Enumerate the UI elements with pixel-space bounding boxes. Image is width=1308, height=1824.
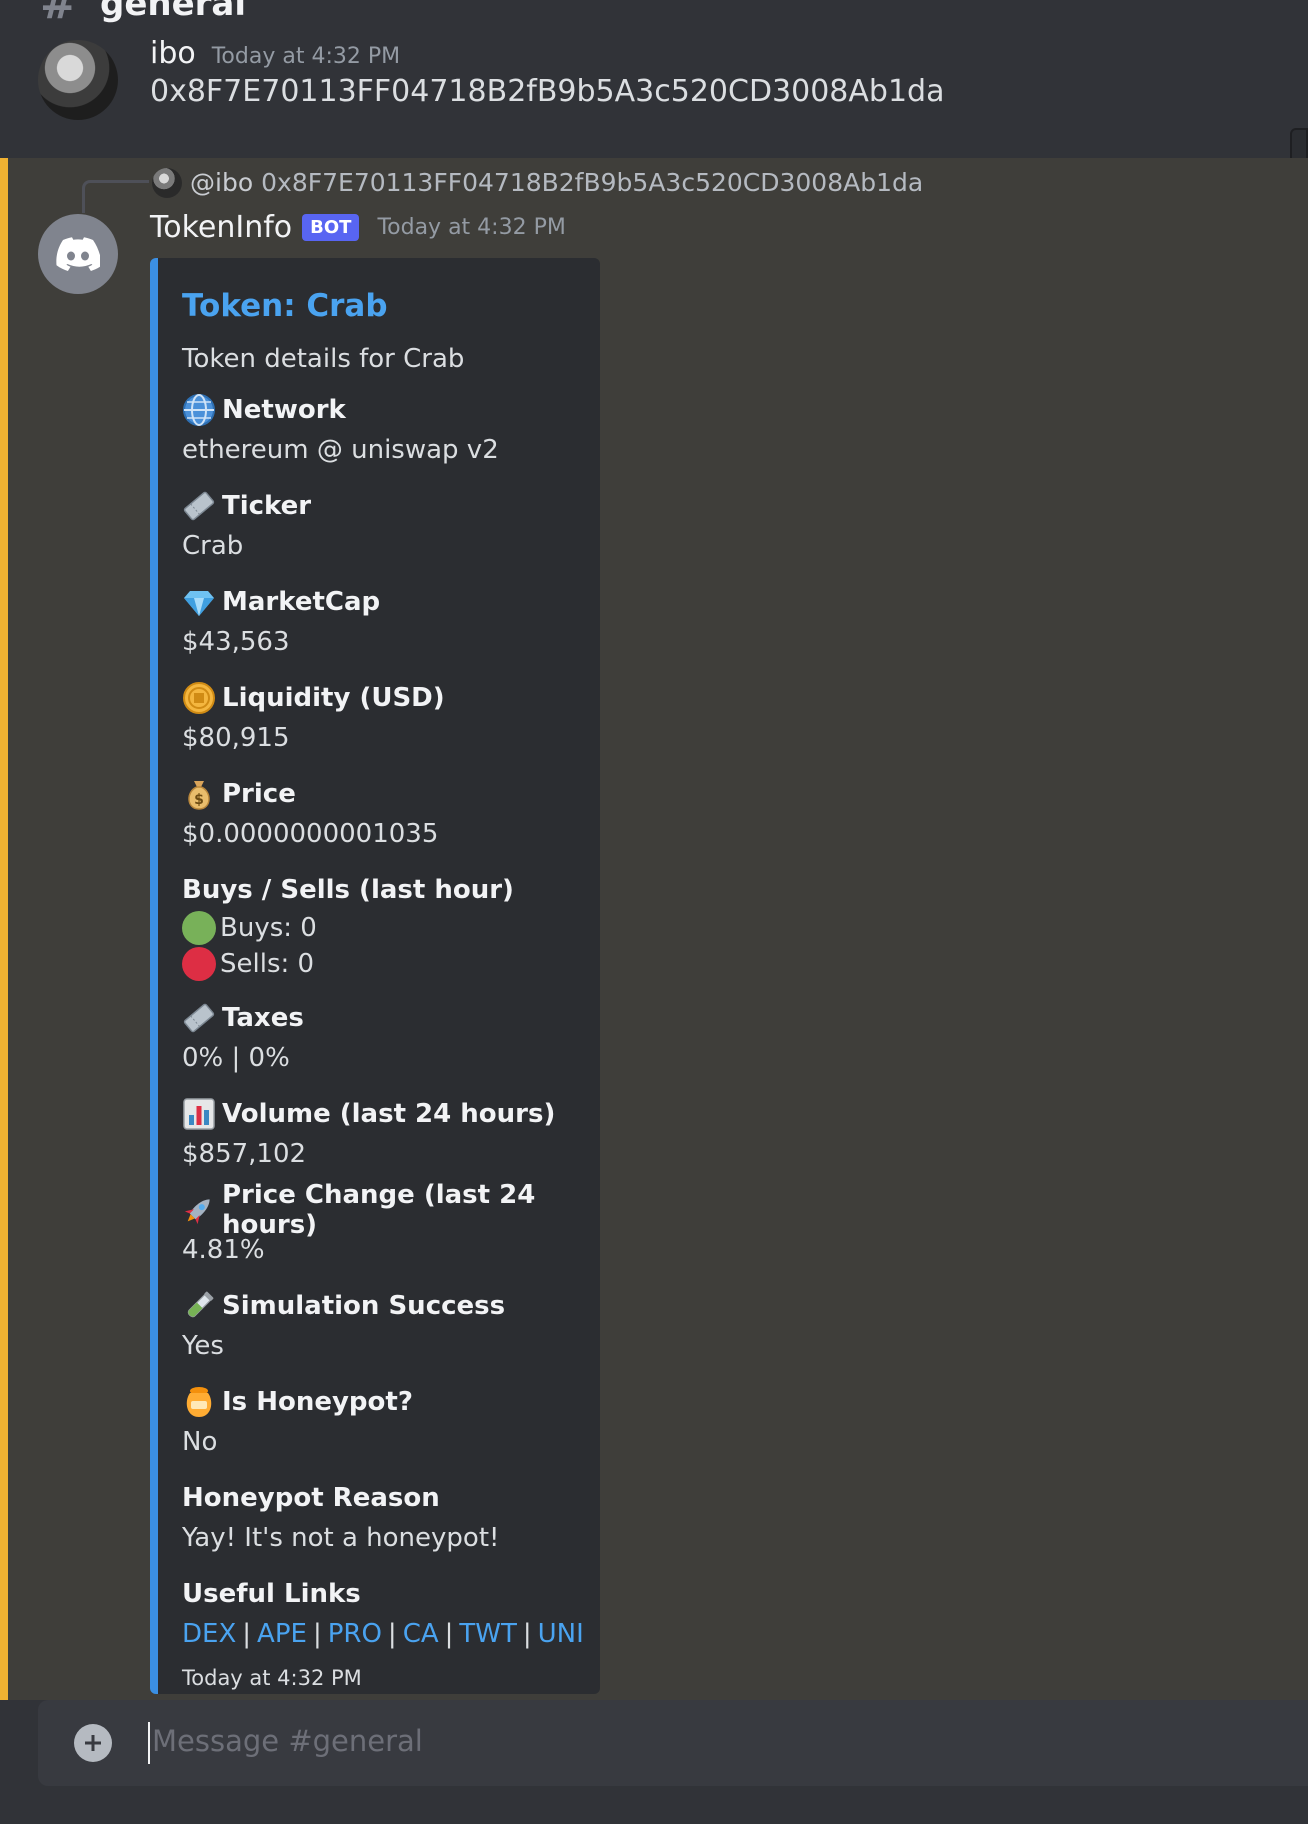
channel-name: general: [100, 0, 247, 24]
message-bot: @ibo 0x8F7E70113FF04718B2fB9b5A3c520CD30…: [0, 158, 1308, 1700]
channel-hash-icon: #: [40, 0, 77, 29]
field-value: Yay! It's not a honeypot!: [182, 1523, 500, 1553]
field-value: $43,563: [182, 627, 290, 657]
bot-badge: BOT: [302, 214, 360, 241]
link-separator: |: [242, 1619, 252, 1649]
link-pro[interactable]: PRO: [328, 1619, 382, 1649]
ticket-icon: [182, 489, 216, 523]
green-circle-icon: [182, 911, 216, 945]
field-name: Price Change (last 24 hours): [222, 1180, 536, 1240]
link-ca[interactable]: CA: [403, 1619, 439, 1649]
field-volume: Volume (last 24 hours) $857,102: [182, 1094, 580, 1174]
field-name: Taxes: [222, 1003, 304, 1033]
field-useful-links: Useful Links DEX | APE | PRO | CA | TWT …: [182, 1574, 584, 1654]
field-value: Yes: [182, 1331, 224, 1361]
field-value: 0% | 0%: [182, 1043, 290, 1073]
bot-username[interactable]: TokenInfo: [150, 210, 292, 245]
field-name: Useful Links: [182, 1579, 361, 1609]
avatar[interactable]: [38, 40, 118, 120]
field-name: Price: [222, 779, 296, 809]
reply-avatar: [152, 168, 182, 198]
bottom-strip: [0, 1786, 1308, 1824]
embed-footer-timestamp: Today at 4:32 PM: [182, 1666, 362, 1690]
message-user: ibo Today at 4:32 PM 0x8F7E70113FF04718B…: [0, 36, 1308, 158]
coin-icon: [182, 681, 216, 715]
globe-icon: [182, 393, 216, 427]
plus-icon: [85, 1735, 101, 1751]
field-name: Honeypot Reason: [182, 1483, 440, 1513]
message-content: 0x8F7E70113FF04718B2fB9b5A3c520CD3008Ab1…: [150, 74, 945, 109]
link-separator: |: [312, 1619, 322, 1649]
reply-preview[interactable]: @ibo 0x8F7E70113FF04718B2fB9b5A3c520CD30…: [190, 168, 923, 197]
discord-logo-icon: [56, 237, 100, 271]
link-twt[interactable]: TWT: [459, 1619, 516, 1649]
field-honeypot: Is Honeypot? No: [182, 1382, 580, 1462]
buys-count: Buys: 0: [220, 913, 317, 943]
embed-description: Token details for Crab: [182, 344, 465, 374]
honey-pot-icon: [182, 1385, 216, 1419]
field-value: ethereum @ uniswap v2: [182, 435, 499, 465]
field-name: Volume (last 24 hours): [222, 1099, 556, 1129]
channel-header: # general: [0, 0, 1308, 41]
field-price-change: Price Change (last 24 hours) 4.81%: [182, 1180, 580, 1270]
field-honeypot-reason: Honeypot Reason Yay! It's not a honeypot…: [182, 1478, 580, 1558]
field-taxes: Taxes 0% | 0%: [182, 998, 580, 1078]
link-dex[interactable]: DEX: [182, 1619, 236, 1649]
field-marketcap: MarketCap $43,563: [182, 582, 580, 662]
message-username[interactable]: ibo: [150, 36, 196, 71]
field-network: Network ethereum @ uniswap v2: [182, 390, 580, 470]
field-name: Liquidity (USD): [222, 683, 445, 713]
reply-content: 0x8F7E70113FF04718B2fB9b5A3c520CD3008Ab1…: [261, 168, 924, 197]
reply-mention[interactable]: @ibo: [190, 168, 253, 197]
bot-timestamp: Today at 4:32 PM: [377, 215, 566, 240]
field-buys-sells: Buys / Sells (last hour) Buys: 0 Sells: …: [182, 870, 580, 982]
ticket-icon: [182, 1001, 216, 1035]
embed-title[interactable]: Token: Crab: [182, 288, 580, 324]
field-simulation: Simulation Success Yes: [182, 1286, 580, 1366]
field-name: Ticker: [222, 491, 312, 521]
red-circle-icon: [182, 947, 216, 981]
field-name: Network: [222, 395, 346, 425]
field-ticker: Ticker Crab: [182, 486, 580, 566]
message-timestamp: Today at 4:32 PM: [211, 44, 401, 69]
field-name: Buys / Sells (last hour): [182, 875, 514, 905]
field-name: Is Honeypot?: [222, 1387, 413, 1417]
field-price: $ Price $0.0000000001035: [182, 774, 580, 854]
message-input[interactable]: Message #general: [152, 1724, 423, 1758]
link-ape[interactable]: APE: [257, 1619, 307, 1649]
add-attachment-button[interactable]: [74, 1724, 112, 1762]
rocket-icon: [182, 1193, 216, 1227]
field-value: Crab: [182, 531, 244, 561]
link-uni[interactable]: UNI: [538, 1619, 584, 1649]
field-liquidity: Liquidity (USD) $80,915: [182, 678, 580, 758]
bar-chart-icon: [182, 1097, 216, 1131]
test-tube-icon: [182, 1289, 216, 1323]
field-value: $80,915: [182, 723, 290, 753]
link-separator: |: [444, 1619, 454, 1649]
money-bag-icon: $: [182, 777, 216, 811]
sells-count: Sells: 0: [220, 949, 315, 979]
field-value: No: [182, 1427, 218, 1457]
link-separator: |: [387, 1619, 397, 1649]
token-embed: Token: Crab Token details for Crab Netwo…: [150, 258, 600, 1694]
gem-icon: [182, 585, 216, 619]
field-value: $0.0000000001035: [182, 819, 439, 849]
message-input-bar[interactable]: Message #general: [38, 1700, 1308, 1786]
text-cursor: [148, 1722, 150, 1764]
bot-avatar[interactable]: [38, 214, 118, 294]
field-name: Simulation Success: [222, 1291, 506, 1321]
svg-text:$: $: [194, 792, 204, 808]
field-name: MarketCap: [222, 587, 381, 617]
field-value: $857,102: [182, 1139, 307, 1169]
reply-connector: [82, 180, 149, 213]
link-separator: |: [522, 1619, 532, 1649]
